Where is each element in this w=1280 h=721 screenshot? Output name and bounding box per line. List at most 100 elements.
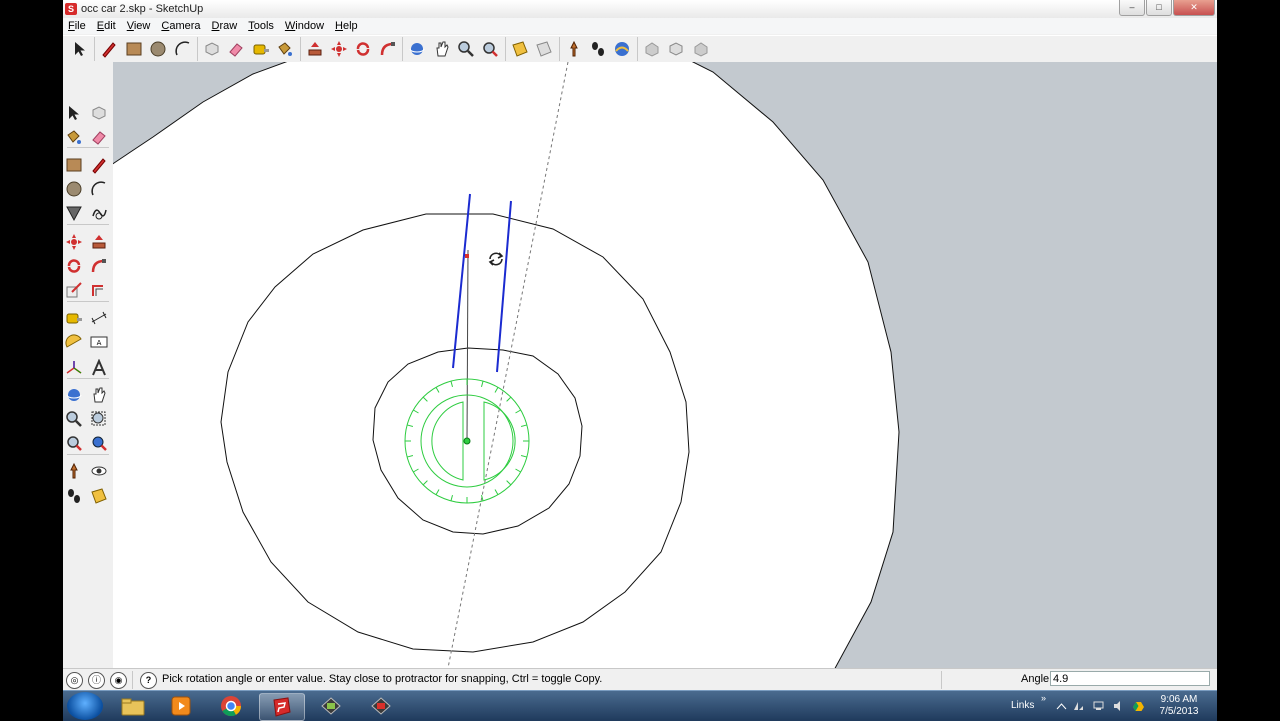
drawing-viewport[interactable] [113, 62, 1217, 668]
tool-make-component-button[interactable] [88, 102, 110, 124]
tool-eraser-button[interactable] [88, 126, 110, 148]
menu-help[interactable]: Help [330, 18, 364, 34]
minimize-button[interactable]: – [1119, 0, 1145, 16]
tool-circle-button[interactable] [63, 178, 85, 200]
model-canvas[interactable] [113, 62, 1217, 668]
menu-edit[interactable]: Edit [92, 18, 122, 34]
follow-me-icon [380, 42, 395, 56]
tool-previous-view-button[interactable] [88, 432, 110, 454]
tool-follow-me-button[interactable] [88, 255, 110, 277]
rectangle-icon [126, 42, 142, 56]
freehand-icon [92, 209, 107, 220]
tool-zoom-extents-button[interactable] [63, 432, 85, 454]
tool-pencil-line-button[interactable] [88, 154, 110, 176]
toolbar-share-model-button[interactable] [641, 38, 663, 60]
toolbar-section-plane-button[interactable] [509, 38, 531, 60]
tool-scale-button[interactable] [63, 279, 85, 301]
menu-draw[interactable]: Draw [207, 18, 244, 34]
status-bar: ◎ ⓘ ◉ ? Pick rotation angle or enter val… [63, 668, 1217, 690]
tool-axes-button[interactable] [63, 357, 85, 379]
toolbar-pencil-line-button[interactable] [98, 38, 120, 60]
tool-polygon-button[interactable] [63, 202, 85, 224]
tool-select-tool-button[interactable] [63, 102, 85, 124]
toolbar-arc-button[interactable] [172, 38, 194, 60]
taskbar-app-window-5[interactable] [309, 693, 353, 719]
start-button[interactable] [67, 692, 103, 720]
toolbar-circle-button[interactable] [147, 38, 169, 60]
toolbar-rectangle-button[interactable] [123, 38, 145, 60]
taskbar-app-window-6[interactable] [359, 693, 403, 719]
menu-view[interactable]: View [122, 18, 157, 34]
toolbar-walk-button[interactable] [587, 38, 609, 60]
toolbar-make-component-button[interactable] [201, 38, 223, 60]
tool-walk-button[interactable] [63, 485, 85, 507]
google-drive-icon[interactable] [1133, 701, 1144, 711]
toolbar-position-camera-button[interactable] [563, 38, 585, 60]
tool-move-button[interactable] [63, 231, 85, 253]
menu-camera[interactable]: Camera [156, 18, 206, 34]
tool-freehand-button[interactable] [88, 202, 110, 224]
tool-rotate-button[interactable] [63, 255, 85, 277]
links-toolbar-label[interactable]: Links [1011, 700, 1034, 711]
taskbar-sketchup[interactable] [259, 693, 305, 721]
toolbar-paint-bucket-button[interactable] [274, 38, 296, 60]
close-button[interactable]: ✕ [1173, 0, 1215, 16]
tool-tape-measure-button[interactable] [63, 307, 85, 329]
tool-text-button[interactable]: A [88, 331, 110, 353]
tool-zoom-window-button[interactable] [88, 408, 110, 430]
volume-icon[interactable] [1113, 701, 1124, 711]
action-center-icon[interactable] [1073, 701, 1084, 711]
toolbar-orbit-button[interactable] [406, 38, 428, 60]
tool-protractor-button[interactable] [63, 331, 85, 353]
geo-location-icon[interactable]: ◎ [66, 672, 83, 689]
toolbar-rotate-button[interactable] [352, 38, 374, 60]
tool-section-plane-button[interactable] [88, 485, 110, 507]
taskbar-media-player[interactable] [159, 693, 203, 719]
show-hidden-icons-icon[interactable] [1056, 701, 1067, 711]
tool-3d-text-button[interactable] [88, 357, 110, 379]
clock[interactable]: 9:06 AM 7/5/2013 [1155, 694, 1203, 718]
get-models-icon [615, 42, 630, 56]
toolbar-move-button[interactable] [328, 38, 350, 60]
share-component-icon [669, 42, 683, 56]
toolbar-pan-button[interactable] [431, 38, 453, 60]
credits-icon[interactable]: ⓘ [88, 672, 105, 689]
tool-position-camera-button[interactable] [63, 460, 85, 482]
user-login-icon[interactable]: ◉ [110, 672, 127, 689]
toolbar-push-pull-button[interactable] [304, 38, 326, 60]
toolbar-section-display-button[interactable] [533, 38, 555, 60]
links-chevron-icon[interactable]: » [1041, 693, 1046, 703]
toolbar-select-tool-button[interactable] [69, 38, 91, 60]
tool-pan-button[interactable] [88, 384, 110, 406]
tool-arc-button[interactable] [88, 178, 110, 200]
tool-dimension-button[interactable] [88, 307, 110, 329]
menu-window[interactable]: Window [280, 18, 330, 34]
toolbar-share-component-button[interactable] [665, 38, 687, 60]
toolbar-eraser-button[interactable] [225, 38, 247, 60]
tool-look-around-button[interactable] [88, 460, 110, 482]
measurements-input[interactable] [1050, 671, 1210, 686]
taskbar-google-chrome[interactable] [209, 693, 253, 719]
tool-rectangle-button[interactable] [63, 154, 85, 176]
previous-view-icon [92, 436, 107, 451]
tool-paint-bucket-button[interactable] [63, 126, 85, 148]
toolbar-tape-measure-button[interactable] [250, 38, 272, 60]
toolbar-get-models-button[interactable] [611, 38, 633, 60]
move-icon [66, 234, 82, 250]
menu-tools[interactable]: Tools [243, 18, 280, 34]
network-icon[interactable] [1093, 701, 1104, 711]
toolbar-zoom-button[interactable] [455, 38, 477, 60]
clock-time: 9:06 AM [1160, 694, 1198, 705]
tool-orbit-button[interactable] [63, 384, 85, 406]
maximize-button[interactable]: □ [1146, 0, 1172, 16]
toolbar-follow-me-button[interactable] [377, 38, 399, 60]
chrome-icon [221, 696, 242, 717]
toolbar-zoom-extents-button[interactable] [479, 38, 501, 60]
taskbar-windows-explorer[interactable] [111, 693, 155, 719]
tool-push-pull-button[interactable] [88, 231, 110, 253]
tool-offset-button[interactable] [88, 279, 110, 301]
menu-file[interactable]: File [63, 18, 92, 34]
toolbar-upload-button[interactable] [690, 38, 712, 60]
tool-zoom-button[interactable] [63, 408, 85, 430]
instructor-help-icon[interactable]: ? [140, 672, 157, 689]
